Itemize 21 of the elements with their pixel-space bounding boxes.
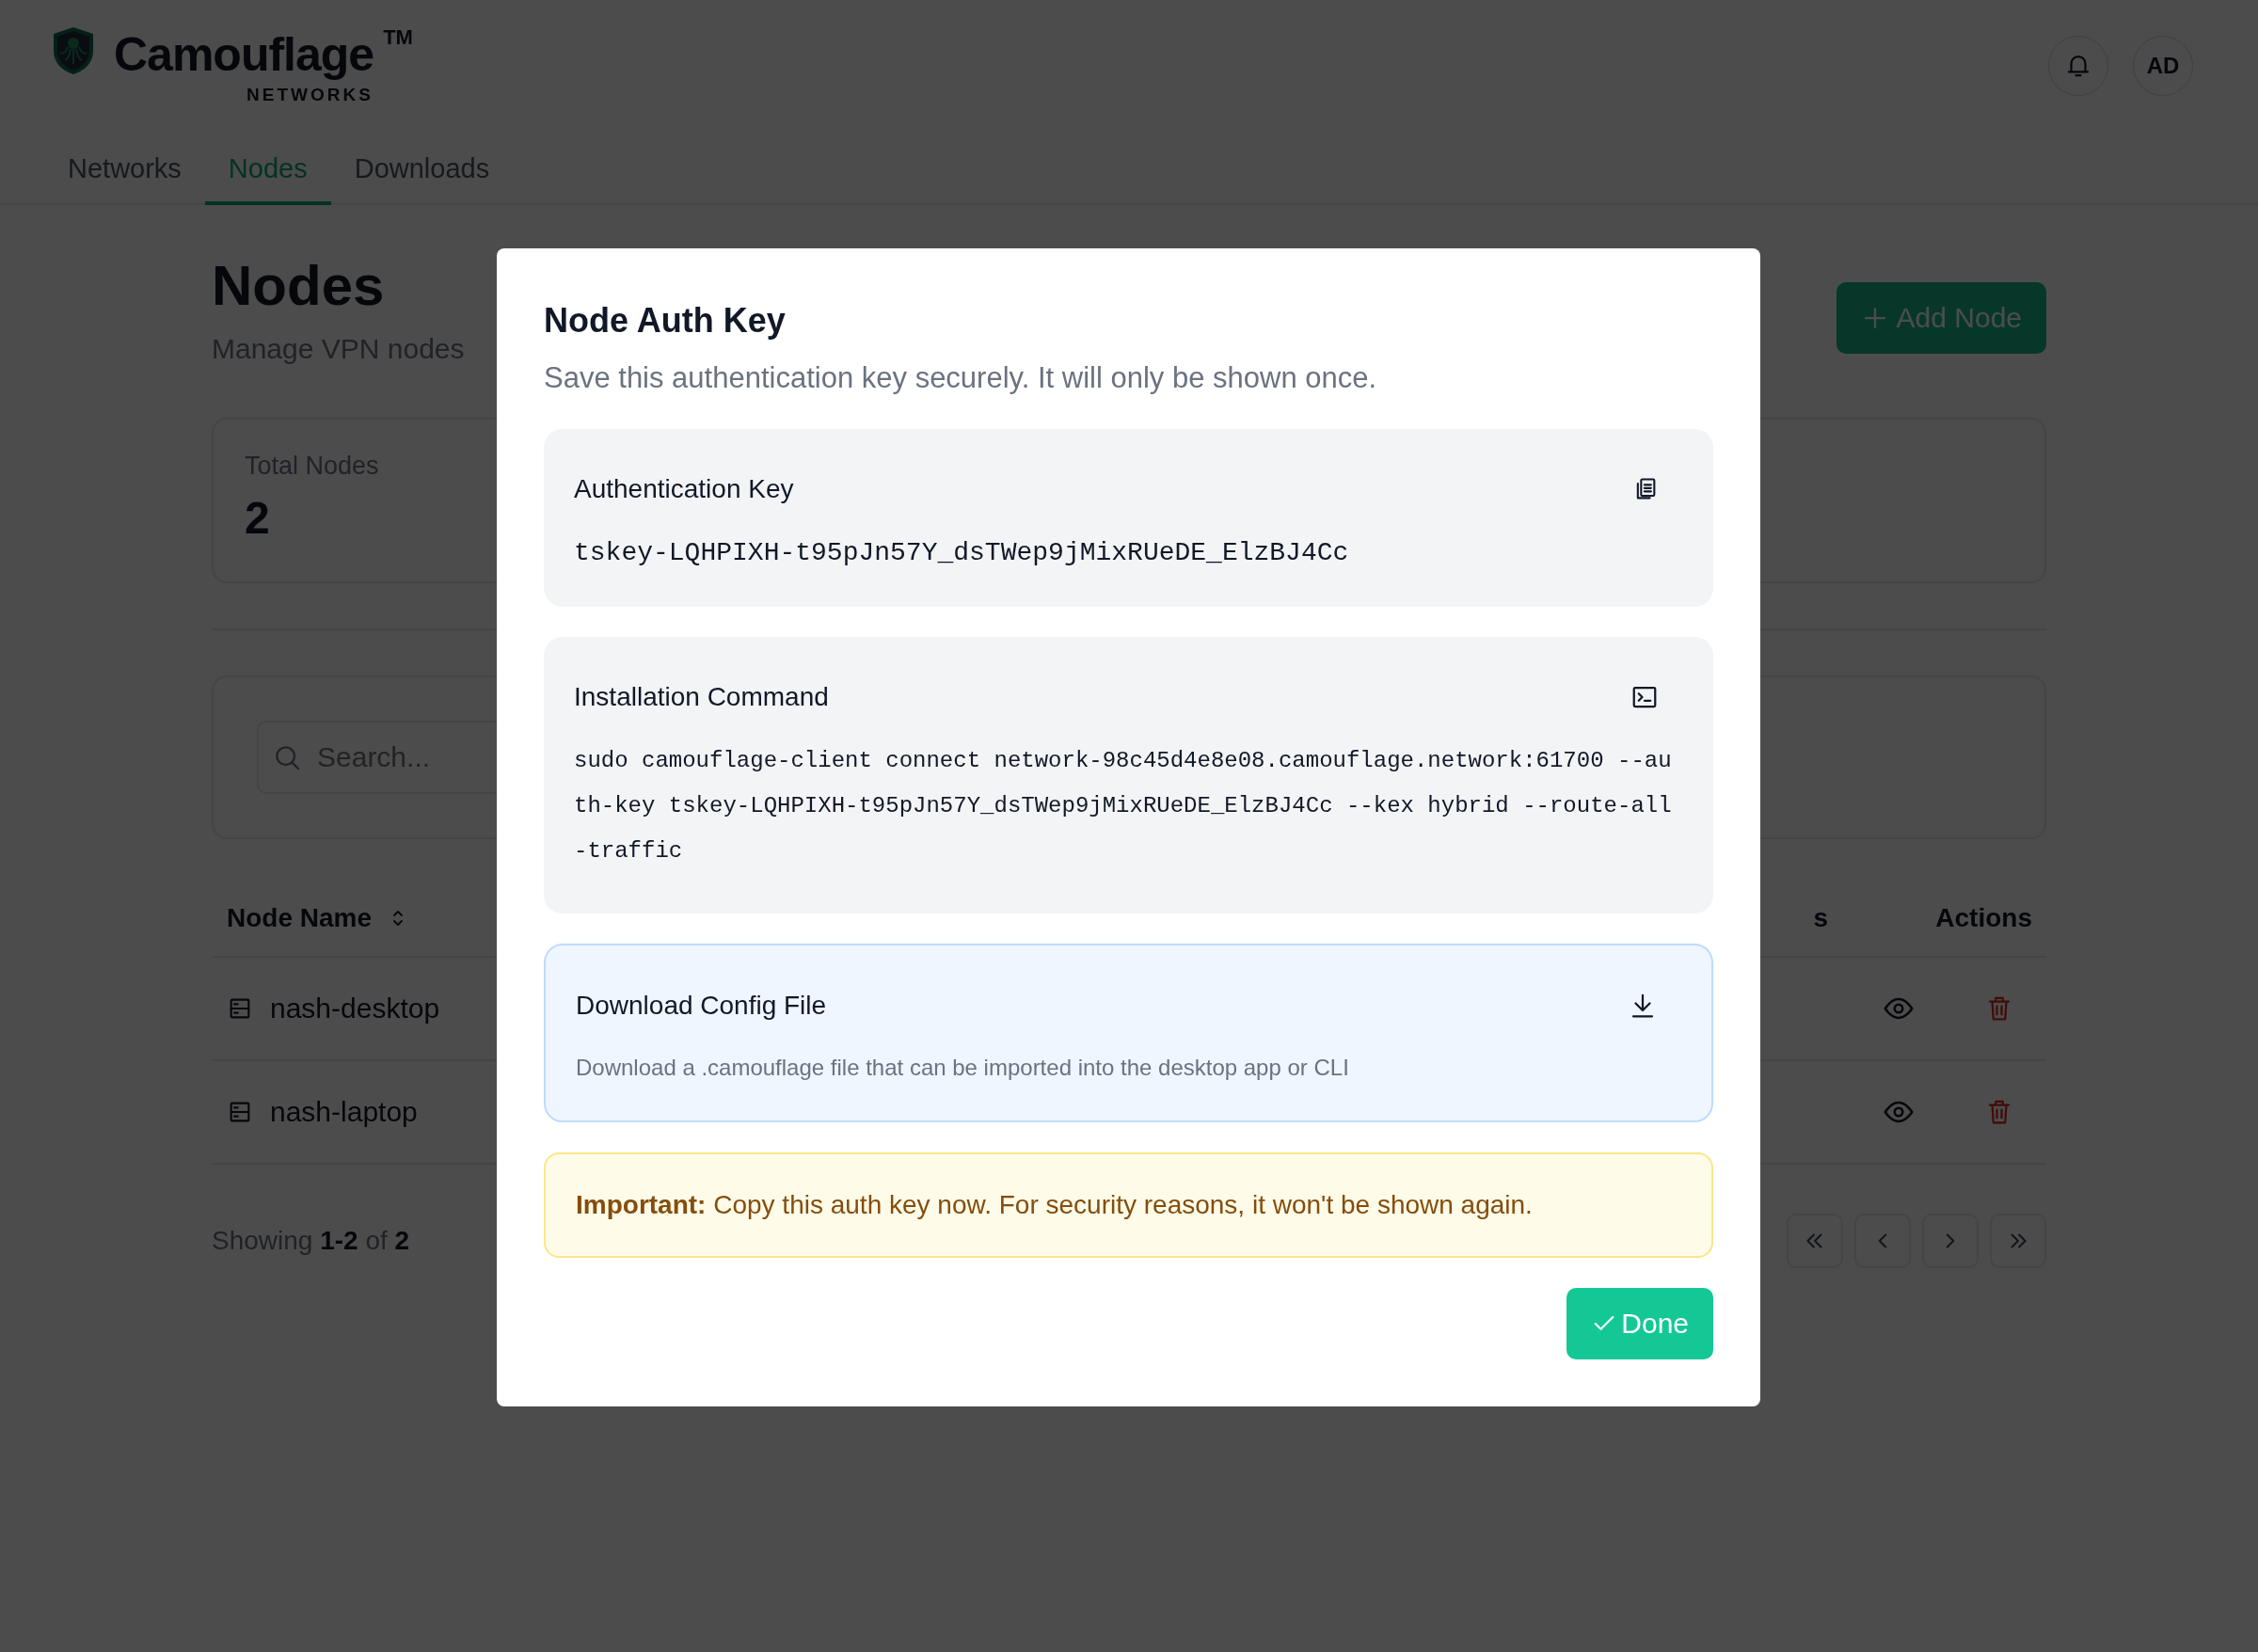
- column-header[interactable]: Node Name: [227, 903, 373, 933]
- done-button[interactable]: Done: [1566, 1288, 1713, 1359]
- dialog-description: Save this authentication key securely. It will only be shown once.: [544, 361, 1378, 395]
- stat-value: 2: [245, 492, 271, 544]
- important-notice: Important: Copy this auth key now. For security reasons, it won't be shown again.: [544, 1152, 1713, 1258]
- panel-label: Download Config File: [576, 991, 827, 1021]
- auth-key-value: tskey-LQHPIXH-t95pJn57Y_dsTWep9jMixRUeDE_ElzBJ4Cc: [574, 538, 1350, 567]
- panel-description: Download a .camouflage file that can be imported into the desktop app or CLI: [576, 1055, 1350, 1081]
- node-name: nash-desktop: [270, 993, 440, 1025]
- brand-name: Camouflage: [114, 27, 374, 83]
- page-title: Nodes: [212, 253, 386, 319]
- brand-subtitle: NETWORKS: [246, 85, 374, 105]
- panel-label: Installation Command: [574, 682, 829, 712]
- dialog-title: Node Auth Key: [544, 301, 787, 341]
- column-header: Actions: [1935, 903, 2032, 932]
- nav-tab[interactable]: Nodes: [204, 153, 331, 205]
- panel-label: Authentication Key: [574, 474, 794, 504]
- trademark: TM: [383, 26, 413, 49]
- node-name: nash-laptop: [270, 1096, 418, 1128]
- download-config-card[interactable]: Download Config File Download a .camouflage file that can be imported into the desktop app or CLI: [544, 944, 1713, 1122]
- column-header: s: [1813, 903, 1828, 932]
